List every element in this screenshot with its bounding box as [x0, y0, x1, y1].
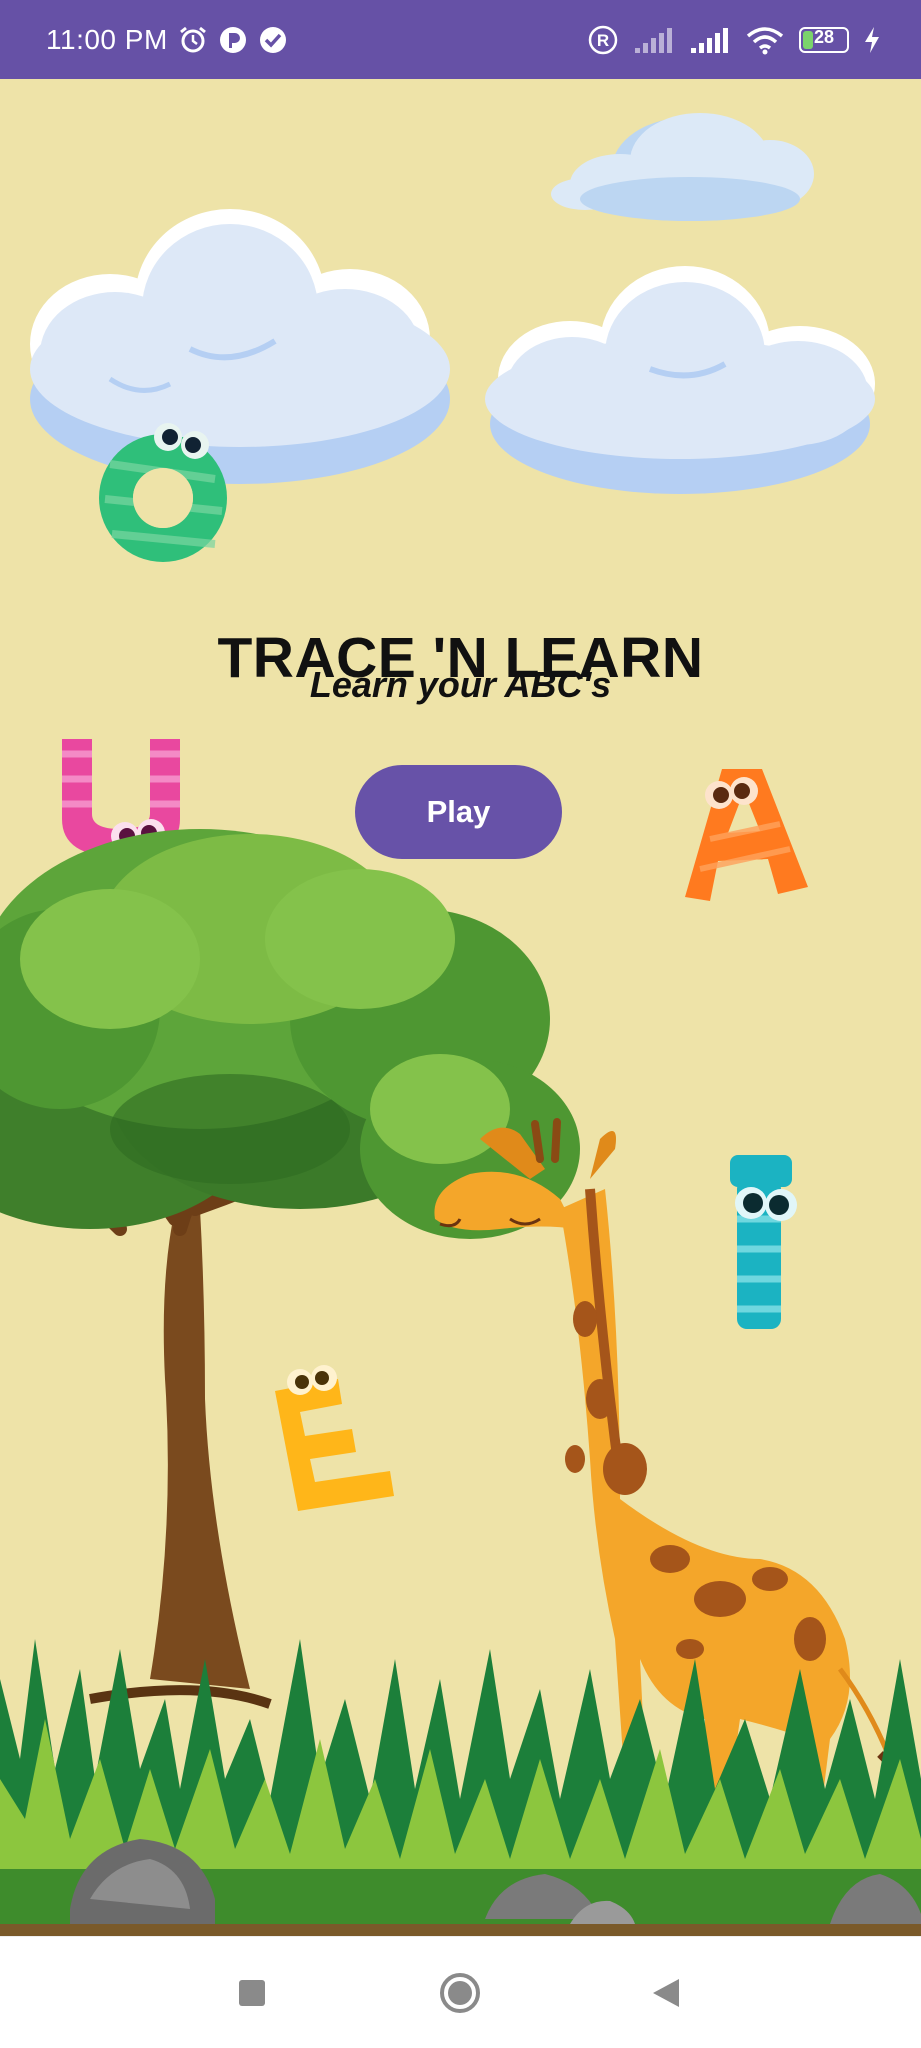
status-left: 11:00 PM [46, 0, 288, 79]
cloud-small [551, 113, 814, 221]
wifi-icon [746, 26, 784, 54]
app-subtitle: Learn your ABC's [309, 664, 612, 705]
letter-e-character [275, 1365, 394, 1511]
tree [0, 829, 580, 1709]
check-badge-icon [259, 26, 286, 53]
signal-icon [635, 27, 672, 53]
svg-text:R: R [597, 31, 609, 50]
app-notification-icon [219, 26, 246, 53]
cloud-left [30, 209, 450, 484]
alarm-icon [179, 26, 206, 52]
status-right: R 28 [587, 0, 881, 79]
scene-illustration [0, 113, 921, 1936]
play-button[interactable]: Play [355, 765, 562, 859]
status-bar: 11:00 PM R 28 [0, 0, 921, 79]
registered-icon: R [588, 25, 618, 54]
battery-icon: 28 [799, 26, 849, 53]
back-triangle-icon[interactable] [638, 1965, 694, 2021]
letter-a-character [685, 769, 808, 901]
letter-i-character [730, 1155, 797, 1329]
home-circle-icon[interactable] [432, 1965, 488, 2021]
app-screen: 11:00 PM R 28 TRACE 'N LEARN Learn your … [0, 0, 921, 2048]
charging-icon [865, 26, 879, 53]
navigation-bar [0, 1936, 921, 2048]
home-scene: TRACE 'N LEARN Learn your ABC's Play [0, 79, 921, 1936]
signal-icon [691, 27, 728, 53]
recents-square-icon[interactable] [224, 1965, 280, 2021]
battery-level: 28 [813, 26, 835, 47]
cloud-right [485, 266, 875, 494]
status-time: 11:00 PM [46, 23, 168, 55]
